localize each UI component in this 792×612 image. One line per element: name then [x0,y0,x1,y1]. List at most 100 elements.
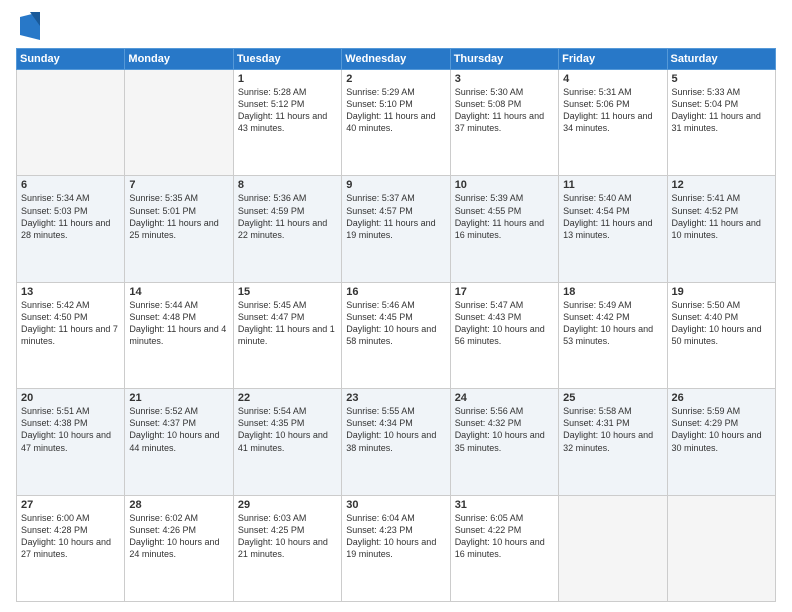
day-number: 16 [346,286,445,298]
calendar-cell: 24Sunrise: 5:56 AM Sunset: 4:32 PM Dayli… [450,389,558,495]
weekday-header-friday: Friday [559,49,667,70]
calendar-cell: 4Sunrise: 5:31 AM Sunset: 5:06 PM Daylig… [559,70,667,176]
day-number: 29 [238,499,337,511]
cell-info: Sunrise: 5:36 AM Sunset: 4:59 PM Dayligh… [238,192,337,241]
calendar-cell: 7Sunrise: 5:35 AM Sunset: 5:01 PM Daylig… [125,176,233,282]
cell-info: Sunrise: 5:35 AM Sunset: 5:01 PM Dayligh… [129,192,228,241]
weekday-header-row: SundayMondayTuesdayWednesdayThursdayFrid… [17,49,776,70]
page: SundayMondayTuesdayWednesdayThursdayFrid… [0,0,792,612]
calendar-cell: 10Sunrise: 5:39 AM Sunset: 4:55 PM Dayli… [450,176,558,282]
cell-info: Sunrise: 5:51 AM Sunset: 4:38 PM Dayligh… [21,405,120,454]
calendar-cell: 26Sunrise: 5:59 AM Sunset: 4:29 PM Dayli… [667,389,775,495]
cell-info: Sunrise: 5:54 AM Sunset: 4:35 PM Dayligh… [238,405,337,454]
calendar-cell: 25Sunrise: 5:58 AM Sunset: 4:31 PM Dayli… [559,389,667,495]
calendar-cell: 11Sunrise: 5:40 AM Sunset: 4:54 PM Dayli… [559,176,667,282]
header [16,12,776,40]
weekday-header-sunday: Sunday [17,49,125,70]
cell-info: Sunrise: 5:29 AM Sunset: 5:10 PM Dayligh… [346,86,445,135]
cell-info: Sunrise: 5:56 AM Sunset: 4:32 PM Dayligh… [455,405,554,454]
cell-info: Sunrise: 5:50 AM Sunset: 4:40 PM Dayligh… [672,299,771,348]
logo [16,12,40,40]
calendar-cell: 14Sunrise: 5:44 AM Sunset: 4:48 PM Dayli… [125,282,233,388]
cell-info: Sunrise: 5:40 AM Sunset: 4:54 PM Dayligh… [563,192,662,241]
logo-icon [20,12,40,40]
day-number: 17 [455,286,554,298]
day-number: 19 [672,286,771,298]
cell-info: Sunrise: 6:04 AM Sunset: 4:23 PM Dayligh… [346,512,445,561]
cell-info: Sunrise: 6:02 AM Sunset: 4:26 PM Dayligh… [129,512,228,561]
calendar-cell: 17Sunrise: 5:47 AM Sunset: 4:43 PM Dayli… [450,282,558,388]
day-number: 4 [563,73,662,85]
calendar-cell: 9Sunrise: 5:37 AM Sunset: 4:57 PM Daylig… [342,176,450,282]
calendar-cell: 29Sunrise: 6:03 AM Sunset: 4:25 PM Dayli… [233,495,341,601]
calendar-cell: 13Sunrise: 5:42 AM Sunset: 4:50 PM Dayli… [17,282,125,388]
day-number: 18 [563,286,662,298]
calendar-cell: 12Sunrise: 5:41 AM Sunset: 4:52 PM Dayli… [667,176,775,282]
cell-info: Sunrise: 5:34 AM Sunset: 5:03 PM Dayligh… [21,192,120,241]
day-number: 5 [672,73,771,85]
calendar-cell: 18Sunrise: 5:49 AM Sunset: 4:42 PM Dayli… [559,282,667,388]
cell-info: Sunrise: 6:00 AM Sunset: 4:28 PM Dayligh… [21,512,120,561]
cell-info: Sunrise: 5:37 AM Sunset: 4:57 PM Dayligh… [346,192,445,241]
day-number: 25 [563,392,662,404]
cell-info: Sunrise: 5:46 AM Sunset: 4:45 PM Dayligh… [346,299,445,348]
calendar-week-row: 27Sunrise: 6:00 AM Sunset: 4:28 PM Dayli… [17,495,776,601]
cell-info: Sunrise: 5:41 AM Sunset: 4:52 PM Dayligh… [672,192,771,241]
calendar-cell [559,495,667,601]
cell-info: Sunrise: 5:30 AM Sunset: 5:08 PM Dayligh… [455,86,554,135]
cell-info: Sunrise: 5:28 AM Sunset: 5:12 PM Dayligh… [238,86,337,135]
day-number: 23 [346,392,445,404]
cell-info: Sunrise: 5:33 AM Sunset: 5:04 PM Dayligh… [672,86,771,135]
cell-info: Sunrise: 5:42 AM Sunset: 4:50 PM Dayligh… [21,299,120,348]
calendar-cell: 5Sunrise: 5:33 AM Sunset: 5:04 PM Daylig… [667,70,775,176]
calendar-cell: 6Sunrise: 5:34 AM Sunset: 5:03 PM Daylig… [17,176,125,282]
day-number: 30 [346,499,445,511]
weekday-header-saturday: Saturday [667,49,775,70]
day-number: 28 [129,499,228,511]
calendar-cell: 30Sunrise: 6:04 AM Sunset: 4:23 PM Dayli… [342,495,450,601]
day-number: 9 [346,179,445,191]
day-number: 15 [238,286,337,298]
calendar-cell: 22Sunrise: 5:54 AM Sunset: 4:35 PM Dayli… [233,389,341,495]
day-number: 26 [672,392,771,404]
calendar-cell: 23Sunrise: 5:55 AM Sunset: 4:34 PM Dayli… [342,389,450,495]
weekday-header-tuesday: Tuesday [233,49,341,70]
cell-info: Sunrise: 6:03 AM Sunset: 4:25 PM Dayligh… [238,512,337,561]
calendar-cell: 19Sunrise: 5:50 AM Sunset: 4:40 PM Dayli… [667,282,775,388]
weekday-header-wednesday: Wednesday [342,49,450,70]
calendar-week-row: 6Sunrise: 5:34 AM Sunset: 5:03 PM Daylig… [17,176,776,282]
cell-info: Sunrise: 5:58 AM Sunset: 4:31 PM Dayligh… [563,405,662,454]
day-number: 31 [455,499,554,511]
cell-info: Sunrise: 5:31 AM Sunset: 5:06 PM Dayligh… [563,86,662,135]
cell-info: Sunrise: 5:52 AM Sunset: 4:37 PM Dayligh… [129,405,228,454]
day-number: 24 [455,392,554,404]
cell-info: Sunrise: 5:44 AM Sunset: 4:48 PM Dayligh… [129,299,228,348]
calendar-cell [17,70,125,176]
calendar-cell: 21Sunrise: 5:52 AM Sunset: 4:37 PM Dayli… [125,389,233,495]
calendar-cell [667,495,775,601]
calendar-week-row: 20Sunrise: 5:51 AM Sunset: 4:38 PM Dayli… [17,389,776,495]
day-number: 13 [21,286,120,298]
calendar-cell: 31Sunrise: 6:05 AM Sunset: 4:22 PM Dayli… [450,495,558,601]
cell-info: Sunrise: 5:39 AM Sunset: 4:55 PM Dayligh… [455,192,554,241]
day-number: 11 [563,179,662,191]
weekday-header-thursday: Thursday [450,49,558,70]
calendar-week-row: 13Sunrise: 5:42 AM Sunset: 4:50 PM Dayli… [17,282,776,388]
day-number: 20 [21,392,120,404]
calendar-cell [125,70,233,176]
calendar-cell: 1Sunrise: 5:28 AM Sunset: 5:12 PM Daylig… [233,70,341,176]
calendar-cell: 15Sunrise: 5:45 AM Sunset: 4:47 PM Dayli… [233,282,341,388]
day-number: 22 [238,392,337,404]
day-number: 6 [21,179,120,191]
calendar-cell: 28Sunrise: 6:02 AM Sunset: 4:26 PM Dayli… [125,495,233,601]
calendar-cell: 27Sunrise: 6:00 AM Sunset: 4:28 PM Dayli… [17,495,125,601]
calendar-cell: 8Sunrise: 5:36 AM Sunset: 4:59 PM Daylig… [233,176,341,282]
weekday-header-monday: Monday [125,49,233,70]
calendar-table: SundayMondayTuesdayWednesdayThursdayFrid… [16,48,776,602]
day-number: 8 [238,179,337,191]
cell-info: Sunrise: 5:45 AM Sunset: 4:47 PM Dayligh… [238,299,337,348]
cell-info: Sunrise: 5:55 AM Sunset: 4:34 PM Dayligh… [346,405,445,454]
calendar-cell: 3Sunrise: 5:30 AM Sunset: 5:08 PM Daylig… [450,70,558,176]
calendar-cell: 20Sunrise: 5:51 AM Sunset: 4:38 PM Dayli… [17,389,125,495]
calendar-cell: 16Sunrise: 5:46 AM Sunset: 4:45 PM Dayli… [342,282,450,388]
